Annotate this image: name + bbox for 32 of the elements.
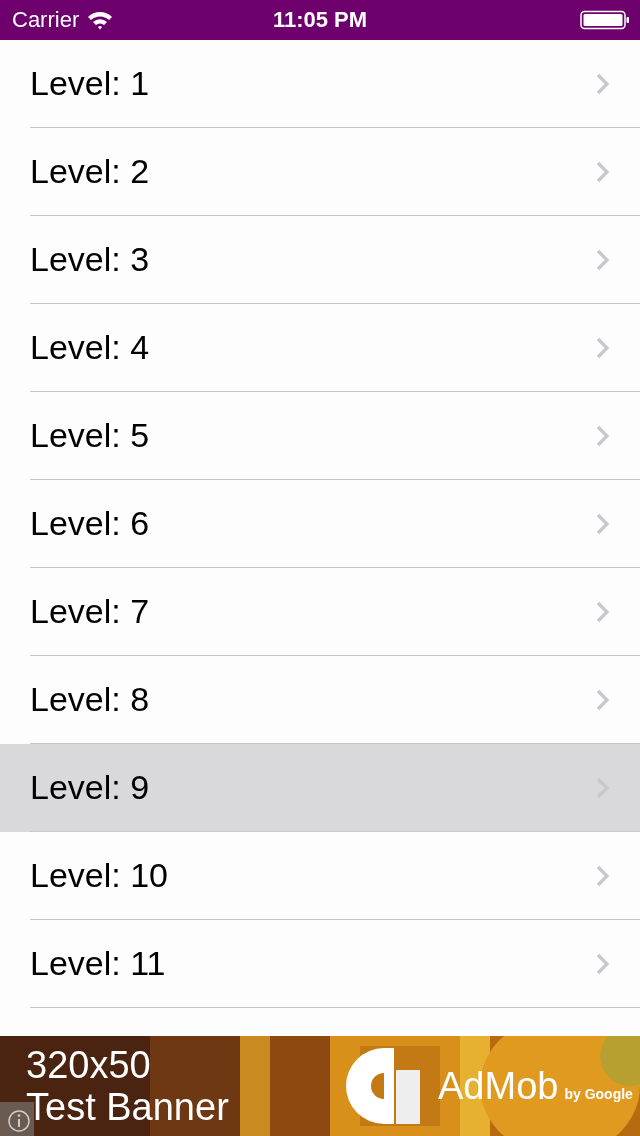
chevron-icon — [596, 160, 610, 183]
level-label: Level: 9 — [30, 768, 150, 807]
chevron-icon — [596, 248, 610, 271]
chevron-icon — [596, 512, 610, 535]
banner-title: Test Banner — [26, 1088, 230, 1126]
level-label: Level: 6 — [30, 504, 150, 543]
level-label: Level: 4 — [30, 328, 150, 367]
chevron-icon — [596, 864, 610, 887]
brand-name: AdMob — [438, 1064, 559, 1108]
level-label: Level: 11 — [30, 944, 166, 983]
level-label: Level: 10 — [30, 856, 168, 895]
status-time: 11:05 PM — [272, 7, 368, 33]
brand-byline: by Google — [564, 1085, 633, 1102]
wifi-icon — [87, 10, 114, 30]
level-label: Level: 3 — [30, 240, 150, 279]
level-label: Level: 1 — [30, 64, 150, 103]
level-label: Level: 2 — [30, 152, 150, 191]
ad-banner[interactable]: 320x50 Test Banner AdMob by Google — [0, 1036, 640, 1136]
chevron-icon — [596, 600, 610, 623]
chevron-icon — [596, 336, 610, 359]
level-label: Level: 7 — [30, 592, 150, 631]
carrier-name: Carrier — [12, 7, 80, 33]
level-row[interactable]: Level: 9 — [0, 744, 640, 832]
level-label: Level: 8 — [30, 680, 150, 719]
chevron-icon — [596, 424, 610, 447]
chevron-icon — [596, 688, 610, 711]
battery-icon — [580, 10, 630, 30]
logo-icon — [346, 1048, 422, 1124]
chevron-icon — [596, 72, 610, 95]
banner-size: 320x50 — [26, 1046, 152, 1084]
level-label: Level: 5 — [30, 416, 150, 455]
chevron-icon — [596, 952, 610, 975]
